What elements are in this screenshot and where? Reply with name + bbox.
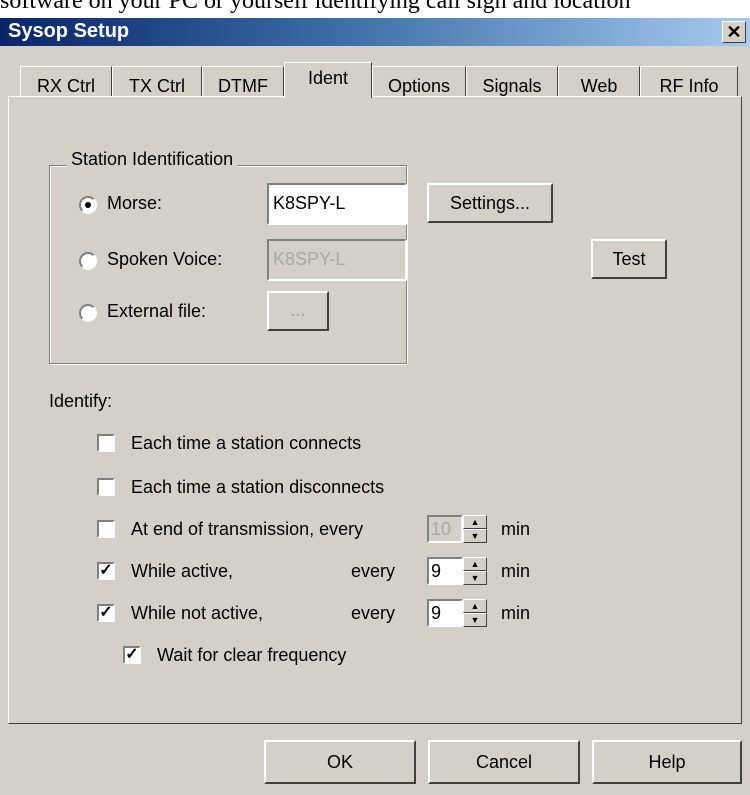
test-button[interactable]: Test: [591, 239, 667, 279]
end-tx-unit: min: [501, 519, 531, 539]
spin-down-icon[interactable]: ▼: [463, 571, 487, 585]
while-not-active-spin-buttons[interactable]: ▲ ▼: [463, 599, 487, 627]
spoken-voice-label: Spoken Voice:: [107, 249, 223, 269]
connects-label: Each time a station connects: [131, 433, 362, 453]
while-not-active-unit: min: [501, 603, 531, 623]
sysop-setup-dialog: Sysop Setup ✕ RX Ctrl TX Ctrl DTMF Ident…: [0, 18, 750, 795]
help-button[interactable]: Help: [592, 740, 742, 784]
spoken-voice-radio[interactable]: [79, 252, 97, 270]
background-caption: software on your PC or yourself identify…: [0, 0, 631, 14]
spin-up-icon[interactable]: ▲: [463, 599, 487, 613]
external-file-radio[interactable]: [79, 304, 97, 322]
spin-down-icon[interactable]: ▼: [463, 529, 487, 543]
ok-button[interactable]: OK: [264, 740, 416, 784]
cancel-button[interactable]: Cancel: [428, 740, 580, 784]
spoken-callsign-field[interactable]: K8SPY-L: [267, 239, 407, 281]
while-active-minutes[interactable]: 9 ▲ ▼: [427, 557, 491, 585]
settings-button[interactable]: Settings...: [427, 183, 553, 223]
identify-heading: Identify:: [49, 391, 113, 411]
wait-clear-frequency-label: Wait for clear frequency: [157, 645, 347, 665]
while-not-active-minutes[interactable]: 9 ▲ ▼: [427, 599, 491, 627]
disconnects-checkbox[interactable]: [97, 478, 115, 496]
wait-clear-frequency-checkbox[interactable]: ✓: [123, 646, 141, 664]
close-button[interactable]: ✕: [722, 21, 746, 43]
while-not-active-checkbox[interactable]: ✓: [97, 604, 115, 622]
ident-tab-panel: Station Identification Morse: K8SPY-L Se…: [8, 96, 742, 724]
end-of-transmission-checkbox[interactable]: [97, 520, 115, 538]
spin-down-icon[interactable]: ▼: [463, 613, 487, 627]
end-tx-spin-buttons[interactable]: ▲ ▼: [463, 515, 487, 543]
end-tx-minutes-value[interactable]: 10: [427, 515, 463, 543]
while-not-active-every-label: every: [351, 603, 396, 623]
while-active-label: While active,: [131, 561, 234, 581]
external-file-label: External file:: [107, 301, 207, 321]
while-not-active-minutes-value[interactable]: 9: [427, 599, 463, 627]
end-of-transmission-minutes[interactable]: 10 ▲ ▼: [427, 515, 491, 543]
spin-up-icon[interactable]: ▲: [463, 515, 487, 529]
morse-callsign-field[interactable]: K8SPY-L: [267, 183, 407, 225]
connects-checkbox[interactable]: [97, 434, 115, 452]
radio-selected-dot: [85, 202, 91, 208]
morse-label: Morse:: [107, 193, 163, 213]
title-bar[interactable]: Sysop Setup ✕: [0, 18, 750, 46]
while-active-unit: min: [501, 561, 531, 581]
end-of-transmission-label: At end of transmission, every: [131, 519, 364, 539]
spin-up-icon[interactable]: ▲: [463, 557, 487, 571]
while-active-checkbox[interactable]: ✓: [97, 562, 115, 580]
window-title: Sysop Setup: [8, 20, 130, 42]
morse-radio[interactable]: [79, 196, 97, 214]
while-active-minutes-value[interactable]: 9: [427, 557, 463, 585]
station-identification-label: Station Identification: [67, 149, 238, 170]
disconnects-label: Each time a station disconnects: [131, 477, 385, 497]
tab-ident[interactable]: Ident: [284, 62, 372, 98]
while-not-active-label: While not active,: [131, 603, 264, 623]
while-active-every-label: every: [351, 561, 396, 581]
while-active-spin-buttons[interactable]: ▲ ▼: [463, 557, 487, 585]
browse-file-button[interactable]: ...: [267, 291, 329, 331]
